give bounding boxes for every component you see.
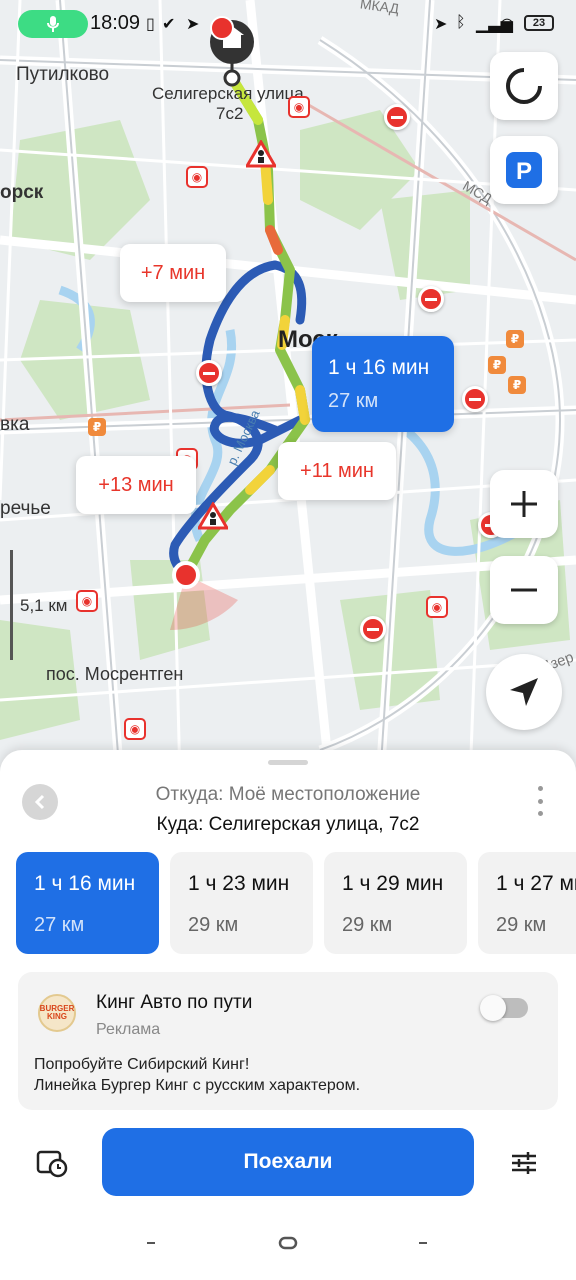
route-time: 1 ч 16 мин [34, 872, 136, 895]
place-destination-label-2: 7с2 [216, 104, 244, 123]
alt-route-delay-bubble[interactable]: +11 мин [278, 442, 396, 500]
bluetooth-icon: ᛒ [456, 14, 466, 31]
home-icon[interactable] [278, 1236, 298, 1250]
clock: 18:09 [90, 12, 141, 34]
mic-indicator[interactable] [18, 10, 88, 38]
sheet-grabber[interactable] [268, 760, 308, 765]
schedule-clock-icon[interactable] [36, 1148, 68, 1178]
route-option-4[interactable]: 1 ч 27 мин 29 км [478, 852, 576, 954]
alt-route-delay-bubble[interactable]: +13 мин [76, 456, 196, 514]
roadwork-icon[interactable] [246, 140, 276, 168]
ad-title: Кинг Авто по пути [96, 992, 253, 1013]
route-time: 1 ч 29 мин [342, 872, 444, 895]
place-mosrentgen: пос. Мосрентген [46, 664, 184, 684]
scale-bar [10, 550, 13, 660]
road-closure-icon[interactable] [360, 616, 386, 642]
go-button[interactable]: Поехали [102, 1128, 474, 1196]
more-options-button[interactable] [534, 786, 546, 816]
ad-label: Реклама [96, 1021, 161, 1038]
my-location-button[interactable] [486, 654, 562, 730]
traffic-camera-icon[interactable]: ◉ [76, 590, 98, 612]
paid-parking-icon[interactable]: ₽ [488, 356, 506, 374]
location-status-icon: ➤ [434, 16, 448, 33]
system-nav-bar [0, 1220, 576, 1270]
place-reche: речье [0, 498, 51, 519]
minus-icon [511, 588, 537, 592]
route-distance: 29 км [496, 914, 547, 936]
place-vka: вка [0, 414, 30, 435]
route-option-3[interactable]: 1 ч 29 мин 29 км [324, 852, 467, 954]
route-distance: 29 км [188, 914, 239, 936]
place-orsk: орск [0, 182, 44, 203]
main-route-time: 1 ч 16 мин [328, 355, 430, 379]
traffic-camera-icon[interactable]: ◉ [186, 166, 208, 188]
main-route-bubble[interactable]: 1 ч 16 мин 27 км [312, 336, 454, 432]
route-from[interactable]: Откуда: Моё местоположение [0, 784, 576, 806]
roadwork-icon[interactable] [198, 502, 228, 530]
route-settings-icon[interactable] [510, 1150, 538, 1176]
status-bar: 18:09 ▯ ✔ ➤ ➤ ᛒ ▁▃▅ ◠ 23 [0, 0, 576, 48]
traffic-camera-icon[interactable]: ◉ [288, 96, 310, 118]
action-row: Поехали [0, 1128, 576, 1198]
check-icon: ✔ [162, 16, 176, 33]
scale-label: 5,1 км [20, 596, 68, 615]
parking-icon: P [506, 152, 542, 188]
telegram-icon: ➤ [186, 16, 200, 33]
navigation-arrow-icon [510, 678, 538, 706]
ad-text-line-1: Попробуйте Сибирский Кинг! [34, 1056, 250, 1073]
route-distance: 29 км [342, 914, 393, 936]
place-destination-label: Селигерская улица, [152, 84, 309, 103]
alice-assistant-button[interactable] [490, 52, 558, 120]
battery-icon: 23 [524, 15, 554, 31]
ad-toggle[interactable] [480, 995, 528, 1021]
back-nav-icon[interactable] [418, 1238, 428, 1248]
paid-parking-icon[interactable]: ₽ [88, 418, 106, 436]
parking-button[interactable]: P [490, 136, 558, 204]
map-view[interactable]: Путилково Селигерская улица, 7с2 орск Мо… [0, 0, 576, 780]
route-time: 1 ч 27 мин [496, 872, 576, 895]
route-sheet: Откуда: Моё местоположение Куда: Селигер… [0, 750, 576, 1280]
route-options: 1 ч 16 мин 27 км 1 ч 23 мин 29 км 1 ч 29… [16, 852, 576, 954]
sim-icon: ▯ [146, 16, 155, 33]
ad-text-line-2: Линейка Бургер Кинг с русским характером… [34, 1077, 361, 1094]
mic-icon [47, 16, 59, 32]
route-option-2[interactable]: 1 ч 23 мин 29 км [170, 852, 313, 954]
traffic-camera-icon[interactable]: ◉ [426, 596, 448, 618]
paid-parking-icon[interactable]: ₽ [506, 330, 524, 348]
route-distance: 27 км [34, 914, 85, 936]
paid-parking-icon[interactable]: ₽ [508, 376, 526, 394]
plus-icon [511, 491, 537, 517]
main-route-distance: 27 км [328, 389, 379, 412]
road-closure-icon[interactable] [196, 360, 222, 386]
svg-text:P: P [516, 158, 532, 185]
place-putilkovo: Путилково [16, 64, 110, 85]
road-closure-icon[interactable] [418, 286, 444, 312]
alice-icon [506, 67, 543, 104]
zoom-in-button[interactable] [490, 470, 558, 538]
route-option-1[interactable]: 1 ч 16 мин 27 км [16, 852, 159, 954]
map-base [0, 0, 576, 780]
wifi-icon: ◠ [500, 16, 514, 33]
recent-apps-icon[interactable] [146, 1238, 156, 1248]
alt-route-delay-bubble[interactable]: +7 мин [120, 244, 226, 302]
route-to[interactable]: Куда: Селигерская улица, 7с2 [0, 814, 576, 836]
route-time: 1 ч 23 мин [188, 872, 290, 895]
zoom-out-button[interactable] [490, 556, 558, 624]
road-closure-icon[interactable] [462, 386, 488, 412]
road-closure-icon[interactable] [384, 104, 410, 130]
burger-king-logo: BURGER KING [38, 994, 76, 1032]
traffic-camera-icon[interactable]: ◉ [124, 718, 146, 740]
ad-card[interactable]: BURGER KING Кинг Авто по пути Реклама По… [18, 972, 558, 1110]
